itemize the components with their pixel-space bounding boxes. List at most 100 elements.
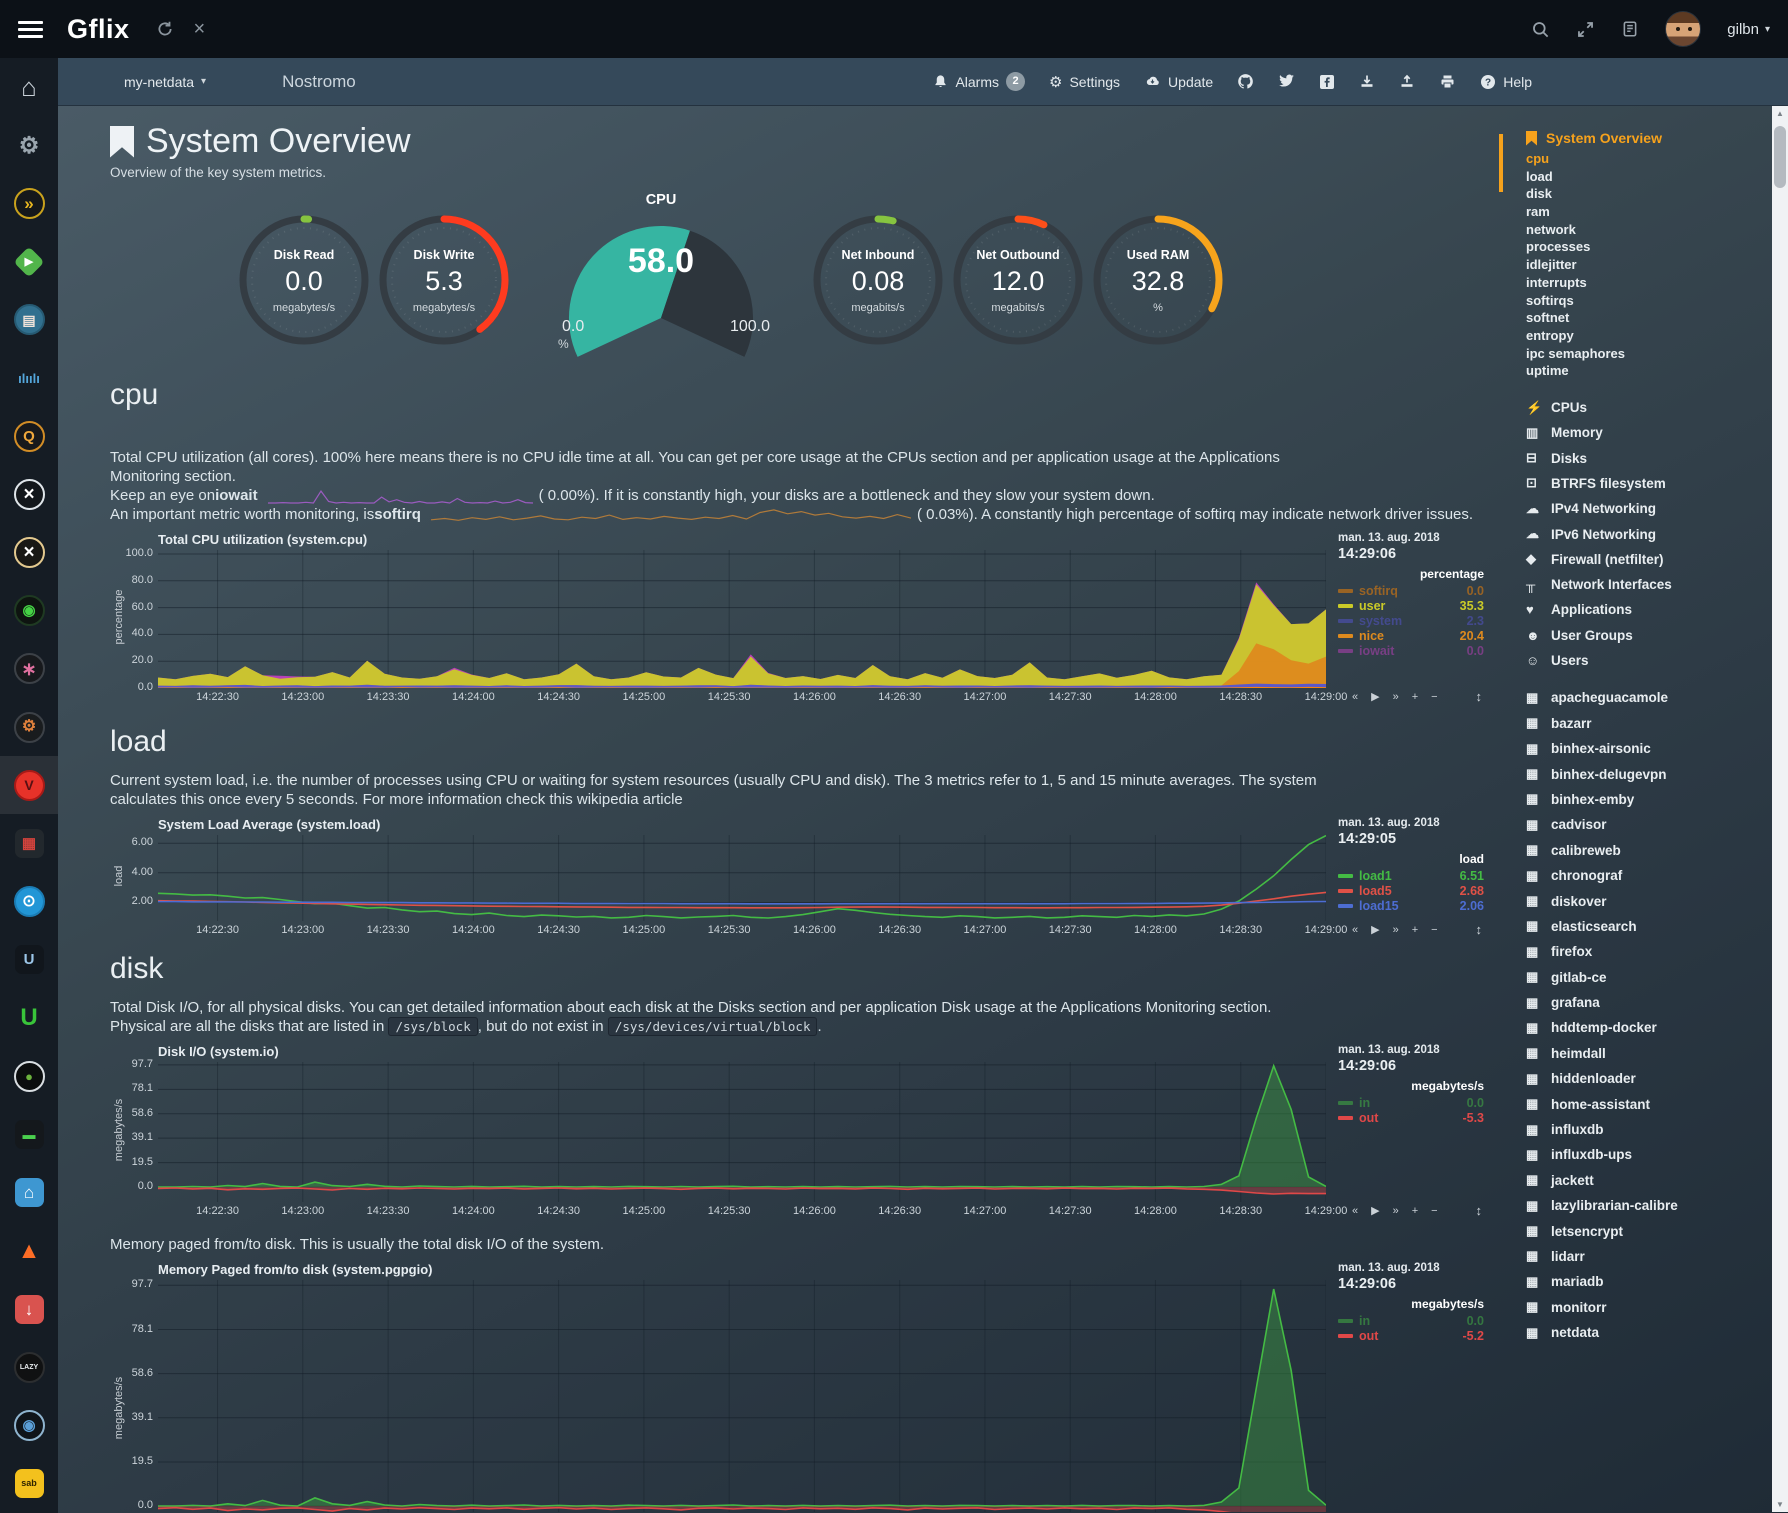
sidebar-section[interactable]: ⊟ Disks <box>1526 446 1772 471</box>
sidebar-section[interactable]: ⚡ CPUs <box>1526 395 1772 420</box>
app-orbit-icon[interactable]: ⊙ <box>0 873 58 931</box>
sidebar-app-item[interactable]: ▦ gitlab-ce <box>1526 965 1772 990</box>
app-cubes-icon[interactable]: ▦ <box>0 814 58 872</box>
play-button[interactable]: ▶ <box>1371 1204 1379 1217</box>
legend-item[interactable]: load15 2.06 <box>1338 898 1484 913</box>
app-gear-orange-icon[interactable]: ⚙ <box>0 698 58 756</box>
sidebar-subitem[interactable]: uptime <box>1526 363 1772 381</box>
chart-plot-area[interactable] <box>158 1280 1326 1512</box>
app-network-icon[interactable]: ∗ <box>0 640 58 698</box>
app-sabnzbd-icon[interactable]: sab <box>0 1455 58 1513</box>
print-icon[interactable] <box>1439 74 1456 90</box>
legend-item[interactable]: out -5.2 <box>1338 1328 1484 1343</box>
sidebar-app-item[interactable]: ▦ apacheguacamole <box>1526 685 1772 710</box>
legend-item[interactable]: load5 2.68 <box>1338 883 1484 898</box>
update-button[interactable]: Update <box>1144 74 1213 90</box>
app-emby-icon[interactable]: ▶ <box>0 233 58 291</box>
sidebar-app-item[interactable]: ▦ binhex-airsonic <box>1526 736 1772 761</box>
sidebar-section[interactable]: ▥ Memory <box>1526 420 1772 445</box>
app-house-icon[interactable]: ⌂ <box>0 1164 58 1222</box>
sidebar-app-item[interactable]: ▦ heimdall <box>1526 1041 1772 1066</box>
sidebar-app-item[interactable]: ▦ calibreweb <box>1526 838 1772 863</box>
play-button[interactable]: ▶ <box>1371 690 1379 703</box>
app-gitlab-icon[interactable]: ▲ <box>0 1222 58 1280</box>
server-dropdown[interactable]: my-netdata ▾ <box>124 74 206 90</box>
hostname[interactable]: Nostromo <box>282 72 356 92</box>
sidebar-subitem[interactable]: ipc semaphores <box>1526 346 1772 364</box>
sidebar-app-item[interactable]: ▦ lidarr <box>1526 1244 1772 1269</box>
user-menu[interactable]: gilbn▾ <box>1727 21 1770 38</box>
zoom-out-button[interactable]: − <box>1431 691 1437 703</box>
sidebar-app-item[interactable]: ▦ firefox <box>1526 939 1772 964</box>
scrollbar[interactable]: ▲ ▼ <box>1772 106 1788 1512</box>
sidebar-subitem[interactable]: ram <box>1526 204 1772 222</box>
fullscreen-icon[interactable] <box>1576 20 1595 39</box>
chart-plot-area[interactable] <box>158 550 1326 688</box>
sidebar-subitem[interactable]: disk <box>1526 186 1772 204</box>
sidebar-app-item[interactable]: ▦ home-assistant <box>1526 1091 1772 1116</box>
play-button[interactable]: ▶ <box>1371 923 1379 936</box>
legend-item[interactable]: user 35.3 <box>1338 598 1484 613</box>
gauge-disk-read[interactable]: Disk Read 0.0 megabytes/s <box>234 188 374 358</box>
app-download-icon[interactable]: ↓ <box>0 1280 58 1338</box>
sidebar-app-item[interactable]: ▦ influxdb <box>1526 1117 1772 1142</box>
resize-handle[interactable]: ↕ <box>1476 922 1483 937</box>
github-icon[interactable] <box>1237 73 1254 90</box>
scroll-down-arrow[interactable]: ▼ <box>1772 1497 1788 1512</box>
sidebar-app-item[interactable]: ▦ netdata <box>1526 1320 1772 1345</box>
app-deluge-icon[interactable]: ◉ <box>0 1396 58 1454</box>
zoom-in-button[interactable]: + <box>1412 691 1418 703</box>
sidebar-subitem[interactable]: cpu <box>1526 151 1772 169</box>
legend-item[interactable]: in 0.0 <box>1338 1095 1484 1110</box>
hamburger-menu-icon[interactable] <box>18 21 43 38</box>
sidebar-section[interactable]: ☺ Users <box>1526 648 1772 673</box>
app-green-u-icon[interactable]: U <box>0 989 58 1047</box>
gauge-disk-write[interactable]: Disk Write 5.3 megabytes/s <box>374 188 514 358</box>
legend-item[interactable]: in 0.0 <box>1338 1313 1484 1328</box>
app-cross-blue-icon[interactable]: × <box>0 465 58 523</box>
app-cross-orange-icon[interactable]: × <box>0 524 58 582</box>
sidebar-section[interactable]: ☁ IPv4 Networking <box>1526 496 1772 521</box>
scroll-up-arrow[interactable]: ▲ <box>1772 106 1788 121</box>
sidebar-app-item[interactable]: ▦ binhex-emby <box>1526 787 1772 812</box>
iowait-sparkline[interactable] <box>268 488 533 504</box>
settings-button[interactable]: ⚙ Settings <box>1049 73 1120 91</box>
sidebar-app-item[interactable]: ▦ diskover <box>1526 888 1772 913</box>
sidebar-app-item[interactable]: ▦ hiddenloader <box>1526 1066 1772 1091</box>
legend-item[interactable]: system 2.3 <box>1338 613 1484 628</box>
resize-handle[interactable]: ↕ <box>1476 689 1483 704</box>
sidebar-app-item[interactable]: ▦ elasticsearch <box>1526 914 1772 939</box>
app-media-icon[interactable]: ▤ <box>0 291 58 349</box>
download-icon[interactable] <box>1359 74 1375 90</box>
sidebar-section[interactable]: ⊡ BTRFS filesystem <box>1526 471 1772 496</box>
close-tab-icon[interactable]: × <box>194 19 206 39</box>
alarms-button[interactable]: Alarms 2 <box>933 72 1025 91</box>
sidebar-app-item[interactable]: ▦ binhex-delugevpn <box>1526 761 1772 786</box>
scrollbar-thumb[interactable] <box>1774 126 1786 188</box>
sidebar-app-item[interactable]: ▦ chronograf <box>1526 863 1772 888</box>
legend-item[interactable]: load1 6.51 <box>1338 868 1484 883</box>
legend-item[interactable]: out -5.3 <box>1338 1110 1484 1125</box>
sidebar-app-item[interactable]: ▦ hddtemp-docker <box>1526 1015 1772 1040</box>
home-icon[interactable]: ⌂ <box>0 58 58 116</box>
sidebar-section[interactable]: ☁ IPv6 Networking <box>1526 521 1772 546</box>
help-button[interactable]: ? Help <box>1480 74 1532 90</box>
search-icon[interactable] <box>1531 20 1550 39</box>
sidebar-app-item[interactable]: ▦ bazarr <box>1526 711 1772 736</box>
sidebar-section[interactable]: ☻ User Groups <box>1526 623 1772 648</box>
sidebar-subitem[interactable]: load <box>1526 169 1772 187</box>
sidebar-subitem[interactable]: interrupts <box>1526 275 1772 293</box>
zoom-in-button[interactable]: + <box>1412 1205 1418 1217</box>
pan-left-button[interactable]: « <box>1352 691 1358 703</box>
sidebar-subitem[interactable]: entropy <box>1526 328 1772 346</box>
app-shield-icon[interactable]: V <box>0 756 58 814</box>
upload-icon[interactable] <box>1399 74 1415 90</box>
sidebar-header-system-overview[interactable]: System Overview <box>1526 130 1772 146</box>
softirq-sparkline[interactable] <box>431 507 911 523</box>
app-airsonic-icon[interactable]: ılıılı <box>0 349 58 407</box>
sidebar-app-item[interactable]: ▦ mariadb <box>1526 1269 1772 1294</box>
wikipedia-link[interactable]: wikipedia article <box>577 791 683 808</box>
legend-item[interactable]: softirq 0.0 <box>1338 583 1484 598</box>
pan-right-button[interactable]: » <box>1393 1205 1399 1217</box>
gauge-net-inbound[interactable]: Net Inbound 0.08 megabits/s <box>808 188 948 358</box>
